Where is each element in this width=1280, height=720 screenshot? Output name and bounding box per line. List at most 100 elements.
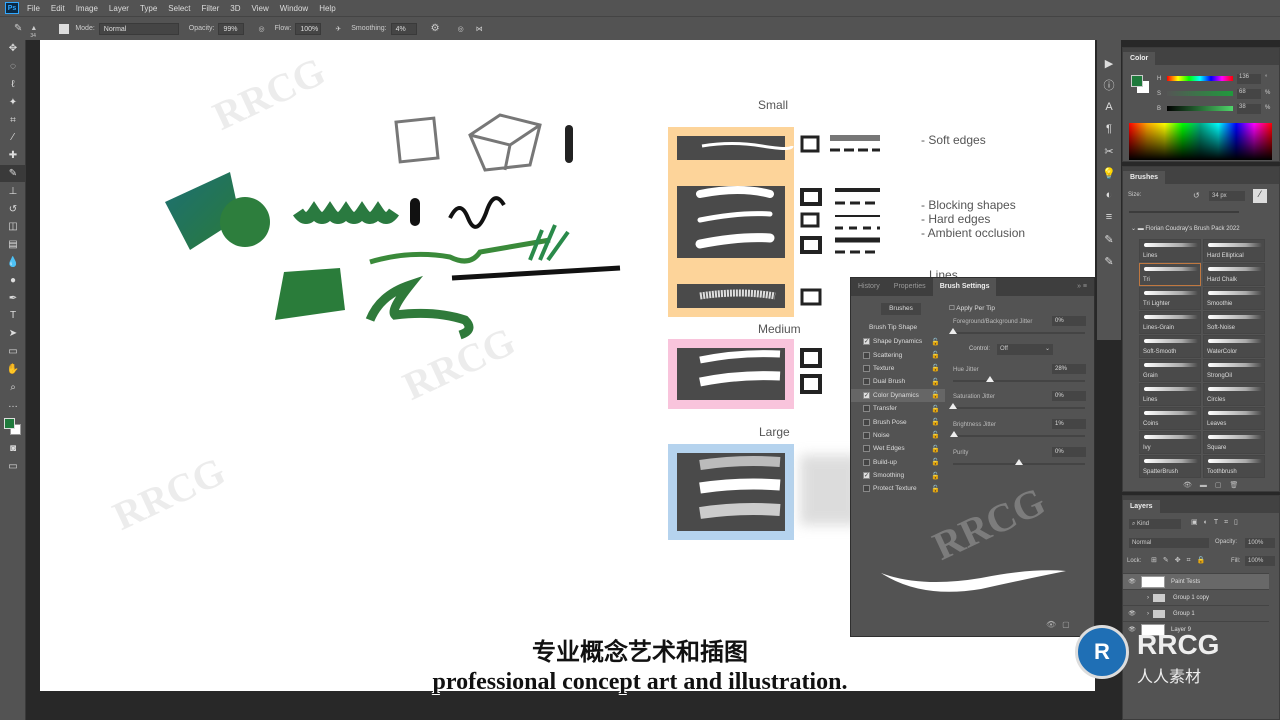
brush-setting-item[interactable]: Dual Brush 🔓 (851, 375, 945, 388)
brush-preset[interactable]: SpatterBrush (1139, 455, 1201, 478)
hand-tool-icon[interactable]: ✋ (0, 360, 26, 378)
menu-filter[interactable]: Filter (202, 4, 220, 13)
menu-edit[interactable]: Edit (51, 4, 65, 13)
layer-opacity-field[interactable]: 100% (1245, 538, 1275, 548)
mode-select[interactable]: Normal (98, 22, 179, 35)
jitter-slider[interactable]: Brightness Jitter 1% (950, 419, 1091, 437)
menu-3d[interactable]: 3D (230, 4, 240, 13)
brush-preset[interactable]: Tri (1139, 263, 1201, 286)
layer-row[interactable]: 👁 › Group 1 (1123, 605, 1269, 621)
history-brush-icon[interactable]: ↺ (0, 200, 26, 218)
brush-preset[interactable]: WaterColor (1203, 335, 1265, 358)
lock-icon[interactable]: 🔓 (931, 364, 940, 372)
brush-preset[interactable]: Lines-Grain (1139, 311, 1201, 334)
menu-type[interactable]: Type (140, 4, 157, 13)
brush-angle-preview[interactable]: ⁄ (1253, 189, 1267, 203)
info-icon[interactable]: ⓘ (1097, 74, 1121, 96)
panel-footer-icons[interactable]: 👁▢ (1046, 620, 1076, 629)
lock-icon[interactable]: 🔓 (931, 485, 940, 493)
play-icon[interactable]: ▶ (1097, 52, 1121, 74)
brush-preset[interactable]: Soft-Noise (1203, 311, 1265, 334)
quick-mask-icon[interactable]: ◙ (0, 440, 26, 458)
brush-preset[interactable]: Hard Chalk (1203, 263, 1265, 286)
type-tool-icon[interactable]: T (0, 307, 26, 325)
menu-view[interactable]: View (252, 4, 269, 13)
menu-select[interactable]: Select (168, 4, 190, 13)
brush-setting-item[interactable]: Transfer 🔓 (851, 402, 945, 415)
lock-icon[interactable]: 🔓 (931, 378, 940, 386)
layer-filter-kind[interactable]: ⌕ Kind (1129, 519, 1181, 529)
s-field[interactable]: 68 (1237, 89, 1261, 99)
zoom-tool-icon[interactable]: ⌕ (0, 378, 26, 396)
brush-setting-item[interactable]: ✓ Color Dynamics 🔓 (851, 388, 945, 402)
lasso-tool-icon[interactable]: ℓ (0, 76, 26, 94)
brush-setting-item[interactable]: ✓ Smoothing 🔓 (851, 469, 945, 482)
lock-icon[interactable]: 🔓 (931, 431, 940, 439)
eraser-icon[interactable]: ◫ (0, 218, 26, 236)
brush-setting-item[interactable]: Texture 🔓 (851, 362, 945, 375)
tab-brush-settings[interactable]: Brush Settings (932, 278, 997, 296)
checkbox[interactable] (863, 458, 870, 466)
clone-stamp-icon[interactable]: ⊥ (0, 182, 26, 200)
paragraph-icon[interactable]: ¶ (1097, 118, 1121, 140)
brush-preset[interactable]: Grain (1139, 359, 1201, 382)
checkbox[interactable] (863, 418, 870, 426)
menu-image[interactable]: Image (76, 4, 98, 13)
adjustments-icon[interactable]: ◐ (1097, 184, 1121, 206)
layers-tab[interactable]: Layers (1123, 500, 1160, 513)
checkbox[interactable] (863, 378, 870, 386)
pressure-opacity-icon[interactable]: ◎ (258, 25, 264, 33)
eyedropper-icon[interactable]: ⁄ (0, 129, 26, 147)
lock-icon[interactable]: 🔓 (931, 405, 940, 413)
pressure-size-icon[interactable]: ◎ (458, 25, 464, 33)
brush-group-header[interactable]: ⌄ ▬ Florian Coudray's Brush Pack 2022 (1131, 225, 1271, 237)
brush-preset[interactable]: Lines (1139, 239, 1201, 262)
jitter-slider[interactable]: Foreground/Background Jitter 0% (949, 316, 1091, 334)
tab-history[interactable]: History (851, 278, 887, 296)
lock-icon[interactable]: 🔓 (931, 338, 940, 346)
layer-filter-icons[interactable]: ▣◐T⌗▯ (1191, 518, 1244, 527)
dodge-icon[interactable]: ● (0, 271, 26, 289)
healing-brush-icon[interactable]: ✚ (0, 147, 26, 165)
character-icon[interactable]: A (1097, 96, 1121, 118)
color-swatches[interactable] (0, 414, 26, 440)
brush-tip-shape[interactable]: Brush Tip Shape (869, 324, 917, 331)
checkbox[interactable]: ✓ (863, 472, 870, 480)
checkbox[interactable] (863, 445, 870, 453)
airbrush-icon[interactable]: ✈ (335, 25, 341, 33)
smoothing-field[interactable]: 4% (390, 22, 417, 35)
lock-icon[interactable]: 🔓 (931, 391, 940, 399)
brush-preset[interactable]: Toothbrush (1203, 455, 1265, 478)
brush-preset[interactable]: Leaves (1203, 407, 1265, 430)
lock-icon[interactable]: 🔓 (931, 351, 940, 359)
lightbulb-icon[interactable]: 💡 (1097, 162, 1121, 184)
pen-icon[interactable]: ✒ (0, 289, 26, 307)
collapse-icon[interactable]: » ≡ (1070, 278, 1094, 296)
menu-window[interactable]: Window (280, 4, 308, 13)
hue-slider[interactable] (1167, 76, 1233, 81)
brush-preset[interactable]: Lines (1139, 383, 1201, 406)
jitter-slider[interactable]: Hue Jitter 28% (953, 364, 1091, 382)
brush-panel-toggle[interactable] (59, 23, 70, 34)
slider-value[interactable]: 0% (1052, 316, 1086, 326)
channels-icon[interactable]: ≡ (1097, 206, 1121, 228)
checkbox[interactable] (863, 405, 870, 413)
slider-thumb[interactable] (949, 328, 957, 334)
slider-value[interactable]: 0% (1052, 447, 1086, 457)
symmetry-icon[interactable]: ⋈ (476, 25, 483, 33)
brush-preset[interactable]: Smoothie (1203, 287, 1265, 310)
checkbox[interactable]: ✓ (863, 338, 870, 346)
brightness-slider[interactable] (1167, 106, 1233, 111)
brush-preset[interactable]: Ivy (1139, 431, 1201, 454)
tab-properties[interactable]: Properties (887, 278, 933, 296)
brush-setting-item[interactable]: Scattering 🔓 (851, 348, 945, 361)
gradient-icon[interactable]: ▤ (0, 236, 26, 254)
crop-tool-icon[interactable]: ⌗ (0, 111, 26, 129)
jitter-slider[interactable]: Purity 0% (953, 447, 1091, 465)
h-field[interactable]: 136 (1237, 74, 1261, 84)
blend-mode-select[interactable]: Normal (1129, 538, 1209, 548)
layer-row[interactable]: › Group 1 copy (1123, 589, 1269, 605)
lock-icon[interactable]: 🔓 (931, 445, 940, 453)
brush-setting-item[interactable]: ✓ Shape Dynamics 🔓 (851, 335, 945, 348)
slider-value[interactable]: 1% (1052, 419, 1086, 429)
